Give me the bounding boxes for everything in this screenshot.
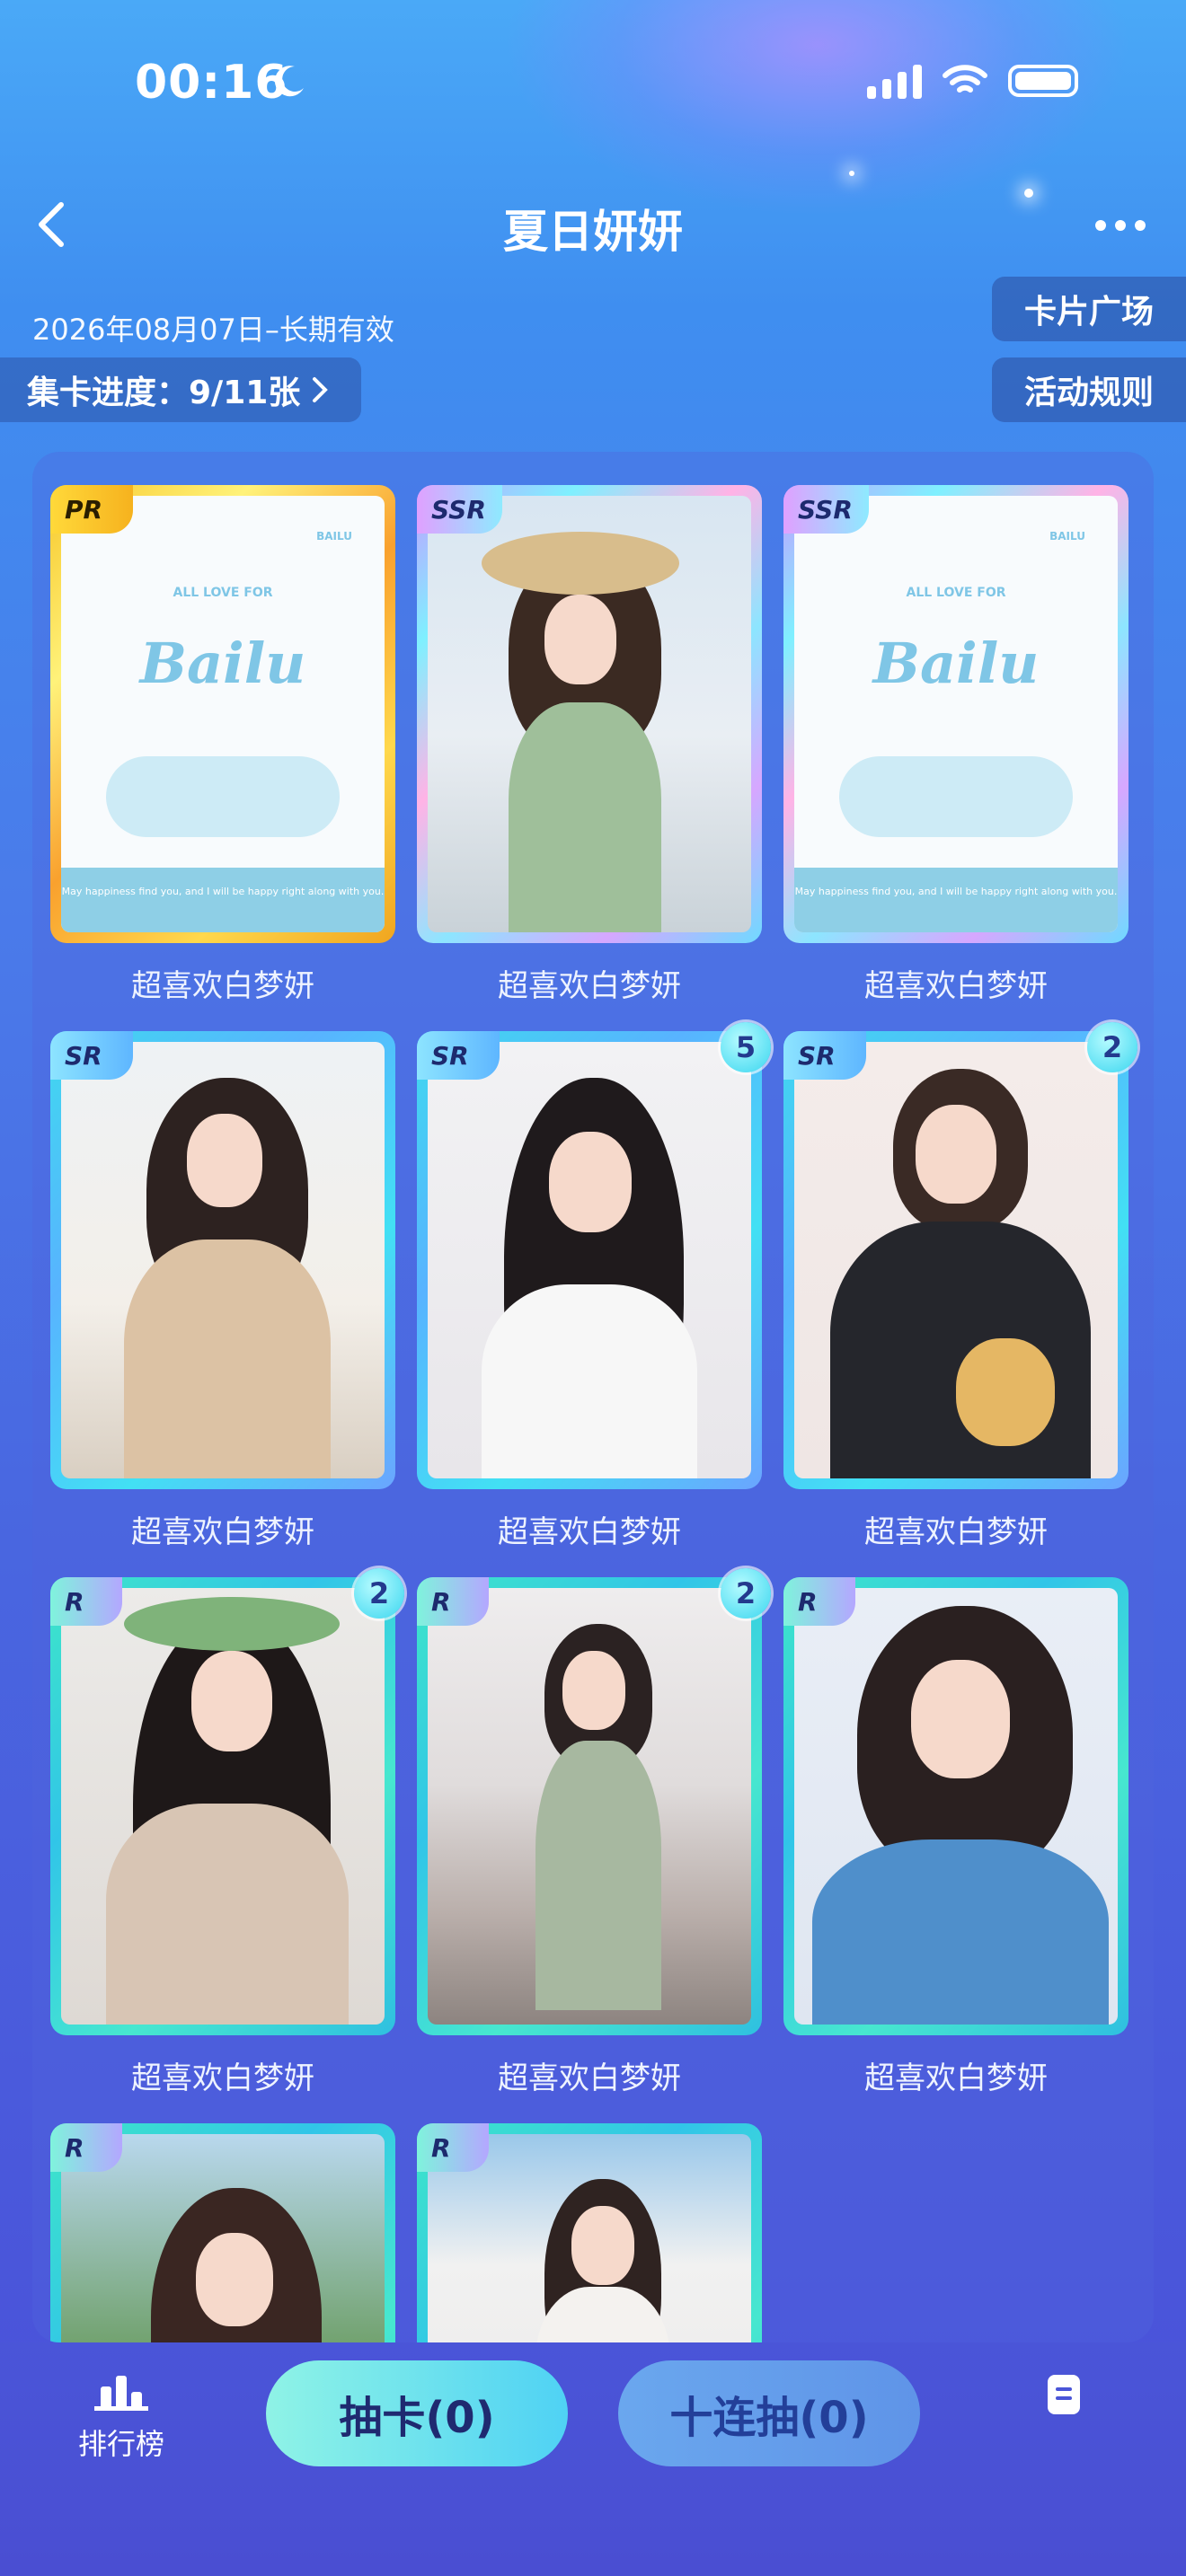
card-name: 超喜欢白梦妍 [864, 2060, 1048, 2096]
chevron-right-icon [313, 377, 329, 402]
card-frame [417, 1031, 762, 1489]
rarity-badge: SSR [783, 485, 869, 534]
card-image [794, 1588, 1118, 2025]
card-item[interactable]: SSR 超喜欢白梦妍 [417, 485, 762, 1005]
card-item[interactable]: R [417, 2123, 762, 2342]
card-frame [783, 1031, 1128, 1489]
card-frame [50, 1577, 395, 2035]
card-image [428, 1588, 751, 2025]
card-grid-panel: BAILU ALL LOVE FOR Bailu May happiness f… [32, 452, 1154, 2342]
card-item[interactable]: R 2 超喜欢白梦妍 [417, 1568, 771, 2097]
signal-icon [867, 63, 922, 99]
draw-card-button[interactable]: 抽卡(0) [266, 2360, 568, 2466]
card-name: 超喜欢白梦妍 [498, 2060, 681, 2096]
rarity-badge: SR [417, 1031, 500, 1080]
card-count-badge: 2 [1087, 1022, 1137, 1072]
card-square-button[interactable]: 卡片广场 [992, 277, 1186, 341]
card-frame [417, 485, 762, 943]
card-name: 超喜欢白梦妍 [864, 968, 1048, 1004]
card-item[interactable]: SR 2 超喜欢白梦妍 [783, 1022, 1137, 1551]
card-item[interactable]: SR 5 超喜欢白梦妍 [417, 1022, 771, 1551]
card-count-badge: 2 [721, 1568, 771, 1619]
moon-icon [274, 66, 304, 97]
card-item[interactable]: R [50, 2123, 395, 2342]
ranking-button[interactable]: 排行榜 [72, 2371, 171, 2463]
validity-date: 2026年08月07日–长期有效 [32, 313, 394, 347]
card-name: 超喜欢白梦妍 [131, 1514, 314, 1550]
card-name: 超喜欢白梦妍 [131, 968, 314, 1004]
rarity-badge: R [417, 1577, 489, 1626]
card-frame [50, 1031, 395, 1489]
rarity-badge: R [50, 2123, 122, 2172]
rarity-badge: SR [50, 1031, 133, 1080]
more-icon[interactable] [1095, 220, 1146, 231]
card-image: BAILU ALL LOVE FOR Bailu May happiness f… [61, 496, 385, 932]
page-title: 夏日妍妍 [503, 206, 683, 258]
card-item[interactable]: BAILU ALL LOVE FOR Bailu May happiness f… [50, 485, 395, 1005]
rarity-badge: R [50, 1577, 122, 1626]
card-name: 超喜欢白梦妍 [498, 968, 681, 1004]
card-count-badge: 5 [721, 1022, 771, 1072]
card-name: 超喜欢白梦妍 [498, 1514, 681, 1550]
card-image [61, 1042, 385, 1478]
card-item[interactable]: SR 超喜欢白梦妍 [50, 1031, 395, 1551]
ranking-label: 排行榜 [77, 2427, 164, 2461]
card-image [794, 1042, 1118, 1478]
ten-draw-button[interactable]: 十连抽(0) [618, 2360, 920, 2466]
background-glow [503, 0, 1132, 216]
card-image [61, 1588, 385, 2025]
rarity-badge: R [417, 2123, 489, 2172]
card-item[interactable]: BAILU ALL LOVE FOR Bailu May happiness f… [783, 485, 1128, 1005]
event-rules-button[interactable]: 活动规则 [992, 357, 1186, 422]
bailu-artwork: BAILU ALL LOVE FOR Bailu May happiness f… [61, 496, 385, 932]
rarity-badge: SSR [417, 485, 502, 534]
card-name: 超喜欢白梦妍 [131, 2060, 314, 2096]
rarity-badge: PR [50, 485, 133, 534]
wifi-icon [943, 65, 987, 93]
bailu-artwork: BAILU ALL LOVE FOR Bailu May happiness f… [794, 496, 1118, 932]
card-frame: BAILU ALL LOVE FOR Bailu May happiness f… [783, 485, 1128, 943]
card-frame [417, 1577, 762, 2035]
status-icons [867, 63, 1078, 99]
collection-progress-label: 集卡进度：9/11张 [27, 375, 301, 411]
card-name: 超喜欢白梦妍 [864, 1514, 1048, 1550]
bottom-action-bar [0, 2342, 1186, 2576]
sparkle-decoration [849, 171, 854, 176]
record-document-icon[interactable] [1048, 2375, 1080, 2414]
status-time: 00:16 [135, 56, 288, 110]
ranking-icon [94, 2371, 148, 2411]
card-count-badge: 2 [354, 1568, 404, 1619]
card-image [428, 496, 751, 932]
battery-icon [1008, 65, 1078, 97]
card-item[interactable]: R 超喜欢白梦妍 [783, 1577, 1128, 2097]
collection-progress-button[interactable]: 集卡进度：9/11张 [0, 357, 361, 422]
rarity-badge: R [783, 1577, 855, 1626]
card-frame [783, 1577, 1128, 2035]
card-image: BAILU ALL LOVE FOR Bailu May happiness f… [794, 496, 1118, 932]
card-image [428, 1042, 751, 1478]
card-item[interactable]: R 2 超喜欢白梦妍 [50, 1568, 404, 2097]
card-frame: BAILU ALL LOVE FOR Bailu May happiness f… [50, 485, 395, 943]
rarity-badge: SR [783, 1031, 866, 1080]
